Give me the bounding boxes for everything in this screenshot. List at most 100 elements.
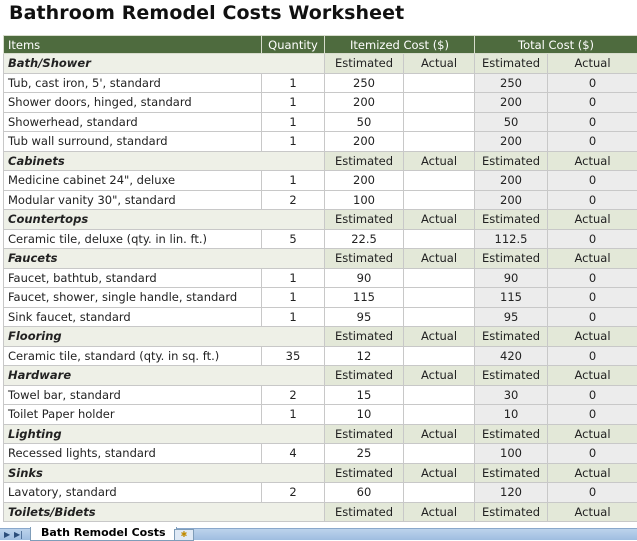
itemized-actual-cell[interactable] bbox=[404, 171, 475, 191]
itemized-estimated-cell[interactable]: 90 bbox=[325, 268, 404, 288]
category-name[interactable]: Bath/Shower bbox=[4, 54, 325, 74]
scroll-next-sheet-icon[interactable]: ▶ bbox=[4, 530, 10, 539]
itemized-actual-cell[interactable] bbox=[404, 444, 475, 464]
quantity-cell[interactable]: 1 bbox=[262, 132, 325, 152]
header-total-cost[interactable]: Total Cost ($) bbox=[475, 36, 637, 54]
total-actual-cell[interactable]: 0 bbox=[548, 288, 637, 308]
total-estimated-cell[interactable]: 200 bbox=[475, 171, 548, 191]
quantity-cell[interactable]: 2 bbox=[262, 483, 325, 503]
header-itemized-cost[interactable]: Itemized Cost ($) bbox=[325, 36, 475, 54]
itemized-estimated-cell[interactable]: 50 bbox=[325, 112, 404, 132]
itemized-actual-cell[interactable] bbox=[404, 112, 475, 132]
total-actual-label[interactable]: Actual bbox=[548, 502, 637, 522]
total-actual-cell[interactable]: 0 bbox=[548, 112, 637, 132]
scroll-last-sheet-icon[interactable]: ▶| bbox=[14, 530, 23, 539]
quantity-cell[interactable]: 1 bbox=[262, 288, 325, 308]
total-estimated-label[interactable]: Estimated bbox=[475, 327, 548, 347]
total-estimated-cell[interactable]: 10 bbox=[475, 405, 548, 425]
itemized-actual-cell[interactable] bbox=[404, 483, 475, 503]
category-name[interactable]: Faucets bbox=[4, 249, 325, 269]
quantity-cell[interactable]: 2 bbox=[262, 385, 325, 405]
total-actual-label[interactable]: Actual bbox=[548, 424, 637, 444]
total-estimated-label[interactable]: Estimated bbox=[475, 502, 548, 522]
total-estimated-label[interactable]: Estimated bbox=[475, 151, 548, 171]
total-estimated-cell[interactable]: 120 bbox=[475, 483, 548, 503]
item-name-cell[interactable]: Faucet, shower, single handle, standard bbox=[4, 288, 262, 308]
insert-sheet-icon[interactable]: ✱ bbox=[174, 529, 194, 541]
itemized-estimated-cell[interactable]: 200 bbox=[325, 171, 404, 191]
header-quantity[interactable]: Quantity bbox=[262, 36, 325, 54]
itemized-actual-label[interactable]: Actual bbox=[404, 249, 475, 269]
total-estimated-cell[interactable]: 90 bbox=[475, 268, 548, 288]
category-name[interactable]: Sinks bbox=[4, 463, 325, 483]
item-name-cell[interactable]: Shower doors, hinged, standard bbox=[4, 93, 262, 113]
itemized-estimated-label[interactable]: Estimated bbox=[325, 210, 404, 230]
itemized-actual-label[interactable]: Actual bbox=[404, 424, 475, 444]
total-estimated-cell[interactable]: 200 bbox=[475, 93, 548, 113]
itemized-actual-label[interactable]: Actual bbox=[404, 366, 475, 386]
category-name[interactable]: Cabinets bbox=[4, 151, 325, 171]
quantity-cell[interactable]: 1 bbox=[262, 307, 325, 327]
itemized-estimated-cell[interactable]: 60 bbox=[325, 483, 404, 503]
category-name[interactable]: Toilets/Bidets bbox=[4, 502, 325, 522]
category-name[interactable]: Hardware bbox=[4, 366, 325, 386]
total-actual-cell[interactable]: 0 bbox=[548, 268, 637, 288]
itemized-estimated-cell[interactable]: 10 bbox=[325, 405, 404, 425]
itemized-estimated-label[interactable]: Estimated bbox=[325, 424, 404, 444]
total-estimated-cell[interactable]: 200 bbox=[475, 190, 548, 210]
total-actual-label[interactable]: Actual bbox=[548, 463, 637, 483]
total-estimated-cell[interactable]: 95 bbox=[475, 307, 548, 327]
total-estimated-label[interactable]: Estimated bbox=[475, 54, 548, 74]
category-name[interactable]: Flooring bbox=[4, 327, 325, 347]
quantity-cell[interactable]: 1 bbox=[262, 112, 325, 132]
total-estimated-cell[interactable]: 30 bbox=[475, 385, 548, 405]
itemized-actual-cell[interactable] bbox=[404, 229, 475, 249]
category-name[interactable]: Lighting bbox=[4, 424, 325, 444]
quantity-cell[interactable]: 1 bbox=[262, 93, 325, 113]
itemized-actual-label[interactable]: Actual bbox=[404, 327, 475, 347]
total-estimated-label[interactable]: Estimated bbox=[475, 366, 548, 386]
total-actual-label[interactable]: Actual bbox=[548, 210, 637, 230]
total-estimated-cell[interactable]: 420 bbox=[475, 346, 548, 366]
itemized-estimated-cell[interactable]: 200 bbox=[325, 93, 404, 113]
total-actual-label[interactable]: Actual bbox=[548, 327, 637, 347]
itemized-estimated-label[interactable]: Estimated bbox=[325, 249, 404, 269]
total-actual-cell[interactable]: 0 bbox=[548, 307, 637, 327]
total-estimated-label[interactable]: Estimated bbox=[475, 210, 548, 230]
total-actual-cell[interactable]: 0 bbox=[548, 171, 637, 191]
total-actual-cell[interactable]: 0 bbox=[548, 132, 637, 152]
itemized-actual-cell[interactable] bbox=[404, 346, 475, 366]
itemized-estimated-cell[interactable]: 100 bbox=[325, 190, 404, 210]
itemized-actual-label[interactable]: Actual bbox=[404, 502, 475, 522]
item-name-cell[interactable]: Sink faucet, standard bbox=[4, 307, 262, 327]
total-estimated-label[interactable]: Estimated bbox=[475, 463, 548, 483]
total-estimated-label[interactable]: Estimated bbox=[475, 424, 548, 444]
total-estimated-cell[interactable]: 200 bbox=[475, 132, 548, 152]
total-estimated-cell[interactable]: 250 bbox=[475, 73, 548, 93]
total-actual-cell[interactable]: 0 bbox=[548, 229, 637, 249]
total-estimated-label[interactable]: Estimated bbox=[475, 249, 548, 269]
total-actual-label[interactable]: Actual bbox=[548, 54, 637, 74]
itemized-estimated-cell[interactable]: 200 bbox=[325, 132, 404, 152]
itemized-actual-cell[interactable] bbox=[404, 385, 475, 405]
itemized-estimated-label[interactable]: Estimated bbox=[325, 327, 404, 347]
item-name-cell[interactable]: Ceramic tile, deluxe (qty. in lin. ft.) bbox=[4, 229, 262, 249]
total-estimated-cell[interactable]: 50 bbox=[475, 112, 548, 132]
itemized-actual-cell[interactable] bbox=[404, 268, 475, 288]
quantity-cell[interactable]: 2 bbox=[262, 190, 325, 210]
total-actual-label[interactable]: Actual bbox=[548, 249, 637, 269]
itemized-actual-cell[interactable] bbox=[404, 93, 475, 113]
itemized-actual-label[interactable]: Actual bbox=[404, 463, 475, 483]
item-name-cell[interactable]: Tub, cast iron, 5', standard bbox=[4, 73, 262, 93]
item-name-cell[interactable]: Lavatory, standard bbox=[4, 483, 262, 503]
itemized-estimated-cell[interactable]: 250 bbox=[325, 73, 404, 93]
itemized-actual-label[interactable]: Actual bbox=[404, 54, 475, 74]
item-name-cell[interactable]: Ceramic tile, standard (qty. in sq. ft.) bbox=[4, 346, 262, 366]
itemized-actual-cell[interactable] bbox=[404, 405, 475, 425]
total-actual-label[interactable]: Actual bbox=[548, 151, 637, 171]
itemized-estimated-cell[interactable]: 12 bbox=[325, 346, 404, 366]
total-actual-cell[interactable]: 0 bbox=[548, 385, 637, 405]
quantity-cell[interactable]: 35 bbox=[262, 346, 325, 366]
total-estimated-cell[interactable]: 100 bbox=[475, 444, 548, 464]
quantity-cell[interactable]: 4 bbox=[262, 444, 325, 464]
